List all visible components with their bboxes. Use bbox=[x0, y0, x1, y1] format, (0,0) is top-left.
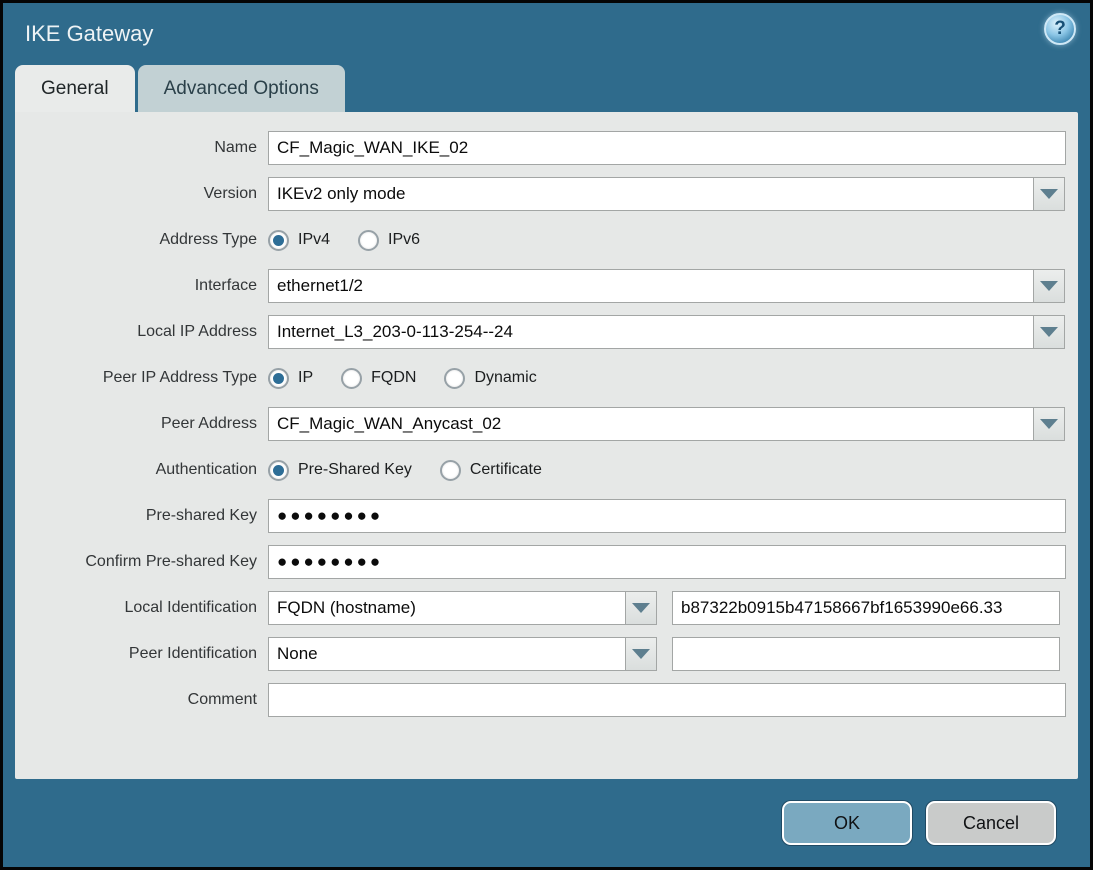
peer-address-label: Peer Address bbox=[15, 415, 268, 433]
row-pre-shared-key: Pre-shared Key bbox=[15, 499, 1078, 533]
radio-ipv4-circle[interactable] bbox=[268, 230, 289, 251]
radio-dynamic-label: Dynamic bbox=[474, 369, 536, 387]
tab-bar: General Advanced Options bbox=[15, 65, 1090, 112]
peer-address-select[interactable]: CF_Magic_WAN_Anycast_02 bbox=[268, 407, 1066, 441]
tab-general-label: General bbox=[41, 78, 109, 100]
row-peer-address: Peer Address CF_Magic_WAN_Anycast_02 bbox=[15, 407, 1078, 441]
radio-pre-shared-key[interactable]: Pre-Shared Key bbox=[268, 460, 412, 481]
radio-certificate-circle[interactable] bbox=[440, 460, 461, 481]
ike-gateway-dialog: IKE Gateway ? General Advanced Options N… bbox=[0, 0, 1093, 870]
peer-identification-type-select[interactable]: None bbox=[268, 637, 657, 671]
row-version: Version IKEv2 only mode bbox=[15, 177, 1078, 211]
dialog-title: IKE Gateway bbox=[25, 21, 153, 47]
dialog-titlebar: IKE Gateway ? bbox=[3, 3, 1090, 65]
chevron-down-icon bbox=[1040, 419, 1058, 429]
chevron-down-icon bbox=[632, 603, 650, 613]
name-label: Name bbox=[15, 139, 268, 157]
local-ip-select-value: Internet_L3_203-0-113-254--24 bbox=[268, 315, 1034, 349]
row-address-type: Address Type IPv4 IPv6 bbox=[15, 223, 1078, 257]
local-ip-select[interactable]: Internet_L3_203-0-113-254--24 bbox=[268, 315, 1066, 349]
interface-select[interactable]: ethernet1/2 bbox=[268, 269, 1066, 303]
radio-ip[interactable]: IP bbox=[268, 368, 313, 389]
peer-identification-type-value: None bbox=[268, 637, 626, 671]
interface-select-value: ethernet1/2 bbox=[268, 269, 1034, 303]
ok-button[interactable]: OK bbox=[782, 801, 912, 845]
tab-advanced-options[interactable]: Advanced Options bbox=[138, 65, 345, 112]
peer-identification-label: Peer Identification bbox=[15, 645, 268, 663]
authentication-radio-group: Pre-Shared Key Certificate bbox=[268, 460, 570, 481]
radio-ipv4[interactable]: IPv4 bbox=[268, 230, 330, 251]
radio-dynamic[interactable]: Dynamic bbox=[444, 368, 536, 389]
local-identification-type-value: FQDN (hostname) bbox=[268, 591, 626, 625]
row-local-identification: Local Identification FQDN (hostname) bbox=[15, 591, 1078, 625]
local-ip-label: Local IP Address bbox=[15, 323, 268, 341]
row-name: Name bbox=[15, 131, 1078, 165]
name-input[interactable] bbox=[268, 131, 1066, 165]
peer-address-dropdown-button[interactable] bbox=[1033, 407, 1065, 441]
radio-pre-shared-key-circle[interactable] bbox=[268, 460, 289, 481]
peer-ip-type-label: Peer IP Address Type bbox=[15, 369, 268, 387]
pre-shared-key-input[interactable] bbox=[268, 499, 1066, 533]
peer-identification-dropdown-button[interactable] bbox=[625, 637, 657, 671]
chevron-down-icon bbox=[632, 649, 650, 659]
comment-label: Comment bbox=[15, 691, 268, 709]
row-peer-identification: Peer Identification None bbox=[15, 637, 1078, 671]
address-type-label: Address Type bbox=[15, 231, 268, 249]
row-confirm-pre-shared-key: Confirm Pre-shared Key bbox=[15, 545, 1078, 579]
radio-dynamic-circle[interactable] bbox=[444, 368, 465, 389]
row-comment: Comment bbox=[15, 683, 1078, 717]
row-peer-ip-type: Peer IP Address Type IP FQDN Dynamic bbox=[15, 361, 1078, 395]
comment-input[interactable] bbox=[268, 683, 1066, 717]
local-identification-dropdown-button[interactable] bbox=[625, 591, 657, 625]
interface-label: Interface bbox=[15, 277, 268, 295]
radio-fqdn[interactable]: FQDN bbox=[341, 368, 416, 389]
local-ip-dropdown-button[interactable] bbox=[1033, 315, 1065, 349]
pre-shared-key-label: Pre-shared Key bbox=[15, 507, 268, 525]
local-identification-type-select[interactable]: FQDN (hostname) bbox=[268, 591, 657, 625]
radio-ipv4-label: IPv4 bbox=[298, 231, 330, 249]
version-select-value: IKEv2 only mode bbox=[268, 177, 1034, 211]
radio-certificate-label: Certificate bbox=[470, 461, 542, 479]
peer-address-select-value: CF_Magic_WAN_Anycast_02 bbox=[268, 407, 1034, 441]
interface-dropdown-button[interactable] bbox=[1033, 269, 1065, 303]
peer-ip-type-radio-group: IP FQDN Dynamic bbox=[268, 368, 565, 389]
radio-ipv6[interactable]: IPv6 bbox=[358, 230, 420, 251]
radio-ipv6-label: IPv6 bbox=[388, 231, 420, 249]
tab-general[interactable]: General bbox=[15, 65, 135, 112]
version-select[interactable]: IKEv2 only mode bbox=[268, 177, 1066, 211]
version-label: Version bbox=[15, 185, 268, 203]
chevron-down-icon bbox=[1040, 189, 1058, 199]
tab-advanced-options-label: Advanced Options bbox=[164, 78, 319, 100]
row-local-ip: Local IP Address Internet_L3_203-0-113-2… bbox=[15, 315, 1078, 349]
local-identification-value-input[interactable] bbox=[672, 591, 1060, 625]
chevron-down-icon bbox=[1040, 327, 1058, 337]
radio-pre-shared-key-label: Pre-Shared Key bbox=[298, 461, 412, 479]
row-authentication: Authentication Pre-Shared Key Certificat… bbox=[15, 453, 1078, 487]
version-dropdown-button[interactable] bbox=[1033, 177, 1065, 211]
general-tab-panel: Name Version IKEv2 only mode Address Typ… bbox=[15, 112, 1078, 779]
local-identification-label: Local Identification bbox=[15, 599, 268, 617]
row-interface: Interface ethernet1/2 bbox=[15, 269, 1078, 303]
dialog-footer: OK Cancel bbox=[782, 801, 1056, 845]
radio-ipv6-circle[interactable] bbox=[358, 230, 379, 251]
radio-fqdn-label: FQDN bbox=[371, 369, 416, 387]
help-icon[interactable]: ? bbox=[1044, 13, 1076, 45]
radio-ip-label: IP bbox=[298, 369, 313, 387]
confirm-pre-shared-key-label: Confirm Pre-shared Key bbox=[15, 553, 268, 571]
help-glyph: ? bbox=[1054, 18, 1066, 40]
address-type-radio-group: IPv4 IPv6 bbox=[268, 230, 448, 251]
peer-identification-value-input[interactable] bbox=[672, 637, 1060, 671]
chevron-down-icon bbox=[1040, 281, 1058, 291]
confirm-pre-shared-key-input[interactable] bbox=[268, 545, 1066, 579]
radio-ip-circle[interactable] bbox=[268, 368, 289, 389]
radio-certificate[interactable]: Certificate bbox=[440, 460, 542, 481]
cancel-button[interactable]: Cancel bbox=[926, 801, 1056, 845]
radio-fqdn-circle[interactable] bbox=[341, 368, 362, 389]
authentication-label: Authentication bbox=[15, 461, 268, 479]
